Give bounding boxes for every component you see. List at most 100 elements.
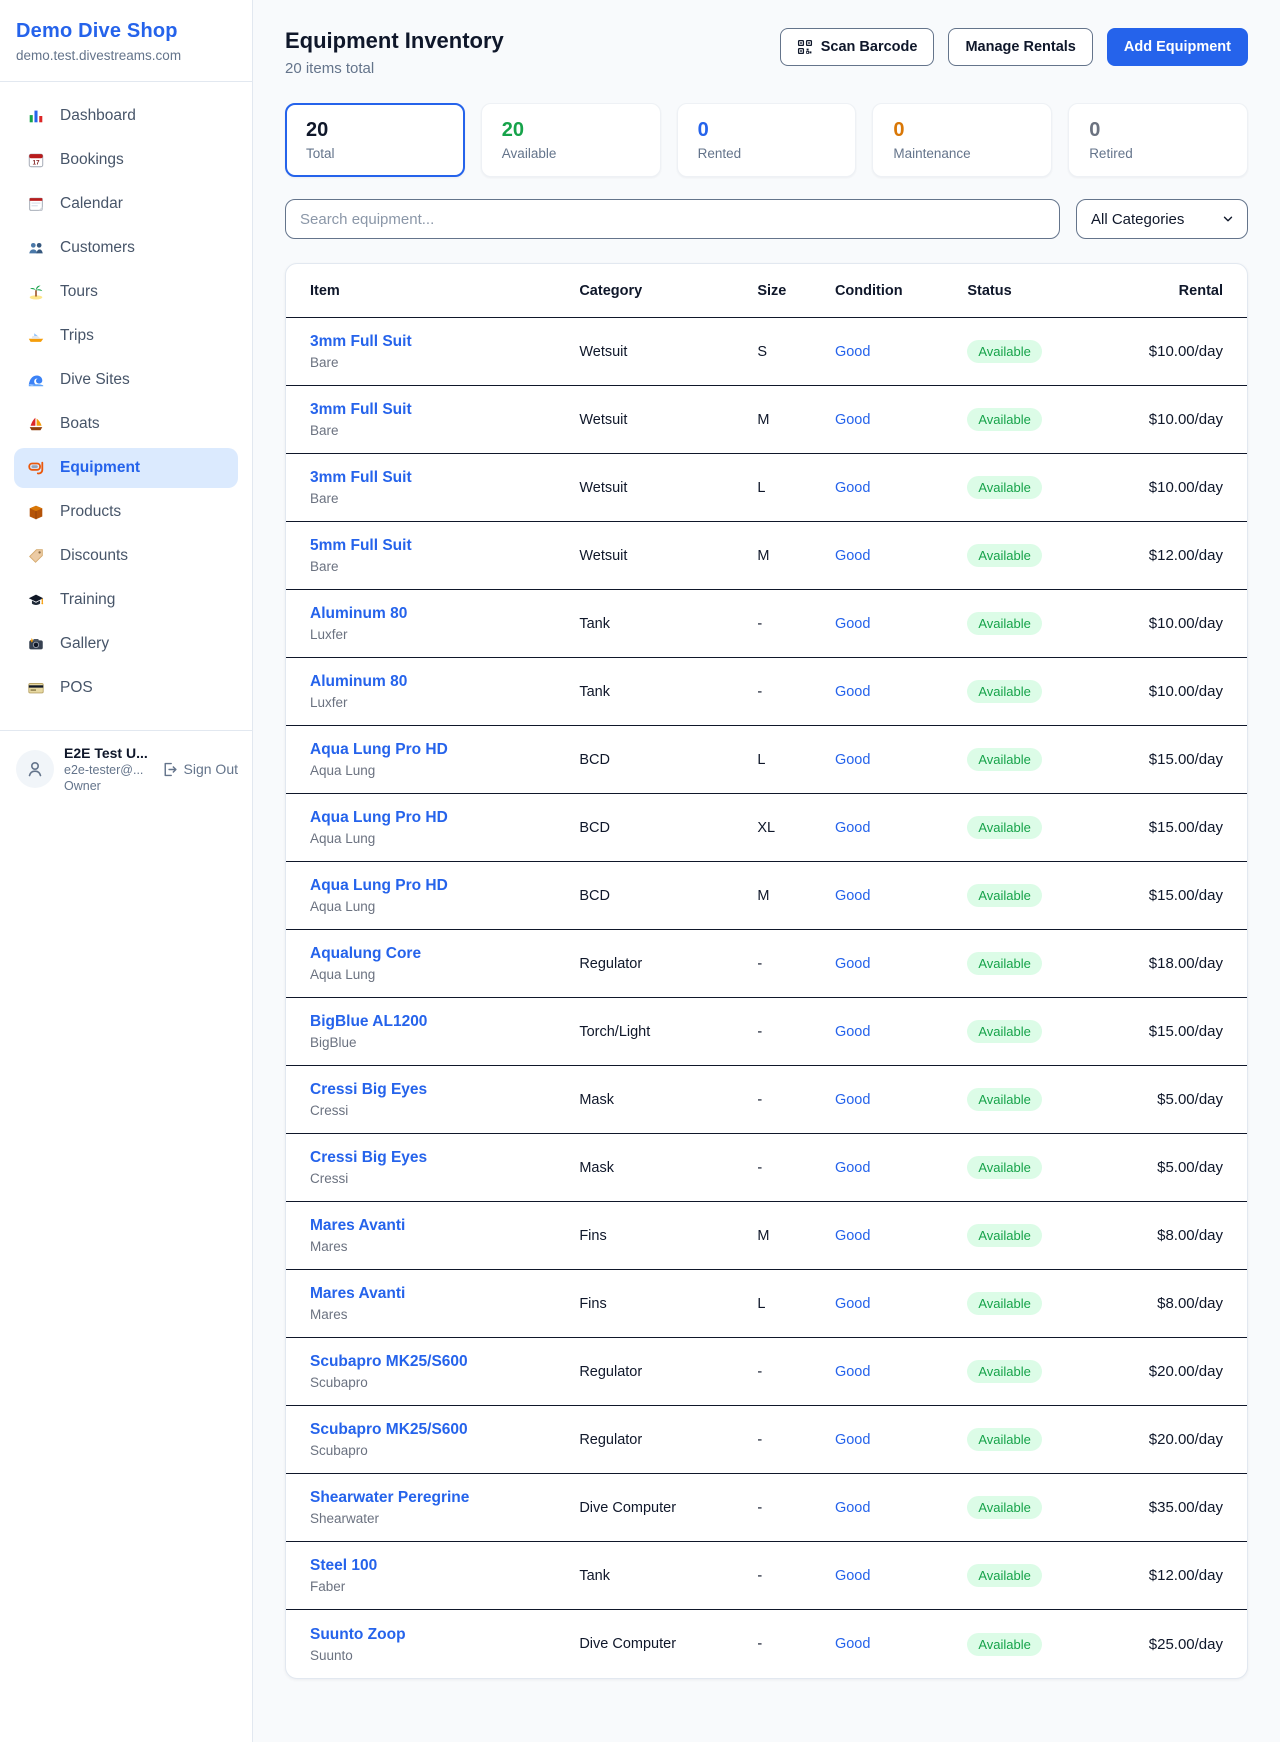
item-name-link[interactable]: Mares Avanti — [310, 1285, 405, 1303]
item-category: Tank — [579, 1568, 757, 1584]
item-category: Tank — [579, 616, 757, 632]
brand-box: Demo Dive Shop demo.test.divestreams.com — [0, 0, 252, 82]
item-category: Mask — [579, 1092, 757, 1108]
table-row: Aqua Lung Pro HD Aqua Lung BCD XL Good A… — [286, 794, 1247, 862]
item-condition-link[interactable]: Good — [835, 1296, 967, 1312]
item-condition-link[interactable]: Good — [835, 616, 967, 632]
item-condition-link[interactable]: Good — [835, 820, 967, 836]
sidebar-item-pos[interactable]: POS — [14, 668, 238, 708]
sidebar-item-gallery[interactable]: Gallery — [14, 624, 238, 664]
item-condition-link[interactable]: Good — [835, 1364, 967, 1380]
category-select[interactable]: All Categories — [1076, 199, 1248, 239]
item-condition-link[interactable]: Good — [835, 752, 967, 768]
training-icon — [26, 590, 46, 610]
equipment-table: Item Category Size Condition Status Rent… — [285, 263, 1248, 1679]
stat-card-total[interactable]: 20 Total — [285, 103, 465, 177]
item-name-link[interactable]: 3mm Full Suit — [310, 333, 412, 351]
status-badge: Available — [967, 1633, 1042, 1656]
stat-card-rented[interactable]: 0 Rented — [677, 103, 857, 177]
item-name-link[interactable]: Scubapro MK25/S600 — [310, 1353, 468, 1371]
stat-card-available[interactable]: 20 Available — [481, 103, 661, 177]
item-size: - — [757, 1364, 835, 1380]
item-condition-link[interactable]: Good — [835, 1568, 967, 1584]
item-size: - — [757, 1432, 835, 1448]
item-category: Fins — [579, 1228, 757, 1244]
sidebar-item-dashboard[interactable]: Dashboard — [14, 96, 238, 136]
item-name-link[interactable]: Shearwater Peregrine — [310, 1489, 469, 1507]
item-name-link[interactable]: Scubapro MK25/S600 — [310, 1421, 468, 1439]
item-brand: Bare — [310, 559, 579, 574]
status-badge: Available — [967, 1020, 1042, 1043]
item-name-link[interactable]: Mares Avanti — [310, 1217, 405, 1235]
item-condition-link[interactable]: Good — [835, 1160, 967, 1176]
item-name-link[interactable]: 5mm Full Suit — [310, 537, 412, 555]
sidebar-item-trips[interactable]: Trips — [14, 316, 238, 356]
stat-card-maintenance[interactable]: 0 Maintenance — [872, 103, 1052, 177]
item-name-link[interactable]: 3mm Full Suit — [310, 401, 412, 419]
add-equipment-button[interactable]: Add Equipment — [1107, 28, 1248, 66]
item-size: M — [757, 548, 835, 564]
item-name-link[interactable]: Aqua Lung Pro HD — [310, 877, 448, 895]
item-size: L — [757, 480, 835, 496]
column-header-item: Item — [310, 283, 579, 299]
stat-value: 0 — [698, 119, 836, 142]
item-condition-link[interactable]: Good — [835, 344, 967, 360]
item-name-link[interactable]: Cressi Big Eyes — [310, 1149, 427, 1167]
sidebar-item-calendar[interactable]: Calendar — [14, 184, 238, 224]
item-name-link[interactable]: Steel 100 — [310, 1557, 377, 1575]
item-condition-link[interactable]: Good — [835, 548, 967, 564]
stat-value: 20 — [502, 119, 640, 142]
item-name-link[interactable]: Aqua Lung Pro HD — [310, 809, 448, 827]
item-condition-link[interactable]: Good — [835, 1432, 967, 1448]
status-badge: Available — [967, 1156, 1042, 1179]
sign-out-button[interactable]: Sign Out — [161, 761, 238, 778]
sidebar-item-tours[interactable]: Tours — [14, 272, 238, 312]
sidebar-item-boats[interactable]: Boats — [14, 404, 238, 444]
table-body: 3mm Full Suit Bare Wetsuit S Good Availa… — [286, 318, 1247, 1678]
item-size: L — [757, 1296, 835, 1312]
item-condition-link[interactable]: Good — [835, 1092, 967, 1108]
sidebar-item-customers[interactable]: Customers — [14, 228, 238, 268]
item-name-link[interactable]: 3mm Full Suit — [310, 469, 412, 487]
item-name-link[interactable]: Aqua Lung Pro HD — [310, 741, 448, 759]
user-name: E2E Test U... — [64, 745, 148, 761]
item-name-link[interactable]: Suunto Zoop — [310, 1626, 406, 1644]
item-condition-link[interactable]: Good — [835, 956, 967, 972]
item-condition-link[interactable]: Good — [835, 412, 967, 428]
dive-sites-icon — [26, 370, 46, 390]
item-condition-link[interactable]: Good — [835, 1228, 967, 1244]
status-badge: Available — [967, 1088, 1042, 1111]
item-name-link[interactable]: Cressi Big Eyes — [310, 1081, 427, 1099]
search-input[interactable] — [300, 211, 1045, 228]
sidebar-item-bookings[interactable]: 17 Bookings — [14, 140, 238, 180]
item-category: Fins — [579, 1296, 757, 1312]
item-name-link[interactable]: BigBlue AL1200 — [310, 1013, 427, 1031]
calendar-icon — [26, 194, 46, 214]
item-condition-link[interactable]: Good — [835, 480, 967, 496]
item-condition-link[interactable]: Good — [835, 1024, 967, 1040]
sidebar-item-dive-sites[interactable]: Dive Sites — [14, 360, 238, 400]
item-condition-link[interactable]: Good — [835, 1500, 967, 1516]
item-condition-link[interactable]: Good — [835, 888, 967, 904]
item-name-link[interactable]: Aluminum 80 — [310, 605, 407, 623]
sidebar-item-discounts[interactable]: Discounts — [14, 536, 238, 576]
item-condition-link[interactable]: Good — [835, 684, 967, 700]
item-brand: Cressi — [310, 1171, 579, 1186]
item-brand: Aqua Lung — [310, 899, 579, 914]
table-row: Cressi Big Eyes Cressi Mask - Good Avail… — [286, 1134, 1247, 1202]
status-badge: Available — [967, 748, 1042, 771]
manage-rentals-button[interactable]: Manage Rentals — [948, 28, 1092, 66]
item-name-link[interactable]: Aqualung Core — [310, 945, 421, 963]
item-name-link[interactable]: Aluminum 80 — [310, 673, 407, 691]
scan-barcode-button[interactable]: Scan Barcode — [780, 28, 935, 66]
sidebar-item-equipment[interactable]: Equipment — [14, 448, 238, 488]
item-category: Tank — [579, 684, 757, 700]
stat-card-retired[interactable]: 0 Retired — [1068, 103, 1248, 177]
item-brand: Luxfer — [310, 695, 579, 710]
item-rental-price: $8.00/day — [1095, 1295, 1223, 1312]
sidebar-item-training[interactable]: Training — [14, 580, 238, 620]
discounts-icon — [26, 546, 46, 566]
table-row: Aqua Lung Pro HD Aqua Lung BCD L Good Av… — [286, 726, 1247, 794]
item-condition-link[interactable]: Good — [835, 1636, 967, 1652]
sidebar-item-products[interactable]: Products — [14, 492, 238, 532]
